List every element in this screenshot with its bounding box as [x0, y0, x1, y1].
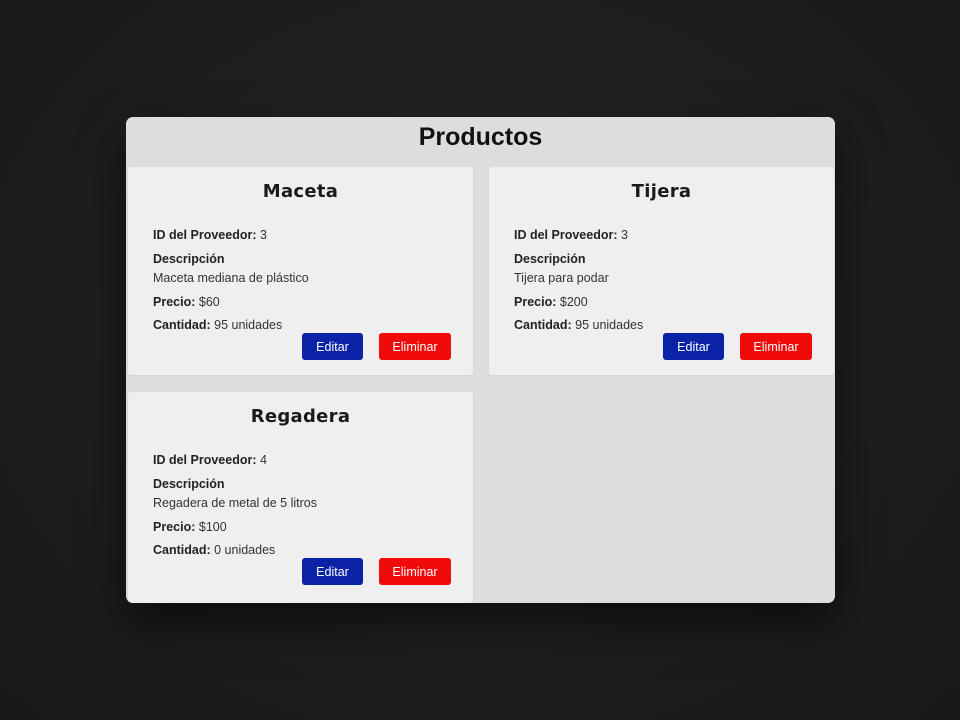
- supplier-id-row: ID del Proveedor: 3: [153, 228, 267, 242]
- price-label: Precio:: [153, 520, 196, 534]
- quantity-label: Cantidad:: [153, 543, 211, 557]
- product-name: Tijera: [631, 181, 692, 202]
- price-row: Precio: $200: [514, 295, 588, 309]
- description-label: Descripción: [153, 477, 225, 491]
- product-card: Maceta ID del Proveedor: 3 Descripción M…: [128, 167, 473, 375]
- price-row: Precio: $100: [153, 520, 227, 534]
- product-card: Tijera ID del Proveedor: 3 Descripción T…: [489, 167, 834, 375]
- supplier-id-value: 3: [259, 228, 267, 242]
- edit-button[interactable]: Editar: [302, 558, 363, 585]
- price-value: $200: [559, 295, 588, 309]
- delete-button[interactable]: Eliminar: [379, 558, 451, 585]
- edit-button[interactable]: Editar: [302, 333, 363, 360]
- description-label: Descripción: [514, 252, 586, 266]
- price-value: $60: [198, 295, 220, 309]
- page-title: Productos: [418, 123, 543, 151]
- product-name: Maceta: [262, 181, 339, 202]
- quantity-row: Cantidad: 95 unidades: [514, 318, 643, 332]
- description-value: Maceta mediana de plástico: [153, 271, 309, 285]
- supplier-id-row: ID del Proveedor: 4: [153, 453, 267, 467]
- description-label: Descripción: [153, 252, 225, 266]
- price-row: Precio: $60: [153, 295, 220, 309]
- price-label: Precio:: [153, 295, 196, 309]
- delete-button[interactable]: Eliminar: [379, 333, 451, 360]
- supplier-id-value: 4: [259, 453, 267, 467]
- product-name: Regadera: [250, 406, 351, 427]
- quantity-label: Cantidad:: [153, 318, 211, 332]
- quantity-label: Cantidad:: [514, 318, 572, 332]
- price-value: $100: [198, 520, 227, 534]
- supplier-id-label: ID del Proveedor:: [514, 228, 618, 242]
- supplier-id-value: 3: [620, 228, 628, 242]
- description-value: Regadera de metal de 5 litros: [153, 496, 317, 510]
- quantity-row: Cantidad: 95 unidades: [153, 318, 282, 332]
- quantity-value: 0 unidades: [214, 543, 276, 557]
- supplier-id-label: ID del Proveedor:: [153, 228, 257, 242]
- quantity-value: 95 unidades: [575, 318, 644, 332]
- edit-button[interactable]: Editar: [663, 333, 724, 360]
- product-card: Regadera ID del Proveedor: 4 Descripción…: [128, 392, 473, 603]
- price-label: Precio:: [514, 295, 557, 309]
- supplier-id-label: ID del Proveedor:: [153, 453, 257, 467]
- description-value: Tijera para podar: [514, 271, 609, 285]
- products-panel: Productos Maceta ID del Proveedor: 3 Des…: [126, 117, 835, 603]
- supplier-id-row: ID del Proveedor: 3: [514, 228, 628, 242]
- quantity-value: 95 unidades: [214, 318, 283, 332]
- quantity-row: Cantidad: 0 unidades: [153, 543, 275, 557]
- delete-button[interactable]: Eliminar: [740, 333, 812, 360]
